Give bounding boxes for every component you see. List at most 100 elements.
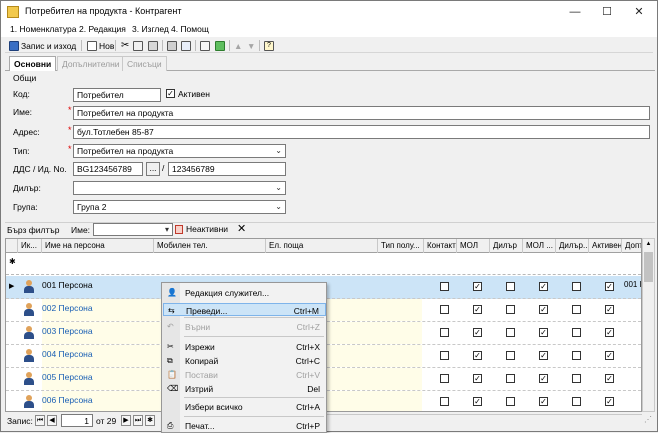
- row-checkbox[interactable]: [506, 397, 515, 406]
- col-active[interactable]: Активен: [589, 239, 622, 253]
- row-checkbox[interactable]: [572, 374, 581, 383]
- row-checkbox[interactable]: ✓: [473, 351, 482, 360]
- group-select[interactable]: Група 2 ⌄: [73, 200, 286, 214]
- copy-button[interactable]: [131, 39, 145, 52]
- row-checkbox[interactable]: [440, 374, 449, 383]
- row-checkbox[interactable]: [572, 305, 581, 314]
- row-checkbox[interactable]: ✓: [539, 282, 548, 291]
- row-checkbox[interactable]: ✓: [605, 397, 614, 406]
- type-select[interactable]: Потребител на продукта ⌄: [73, 144, 286, 158]
- col-dealer[interactable]: Дилър: [490, 239, 523, 253]
- last-record-button[interactable]: ⏭: [133, 415, 143, 426]
- row-checkbox[interactable]: [572, 351, 581, 360]
- filter-name-select[interactable]: ▾: [93, 223, 173, 236]
- person-name[interactable]: 006 Персона: [42, 395, 93, 405]
- row-checkbox[interactable]: [506, 328, 515, 337]
- first-record-button[interactable]: ⏮: [35, 415, 45, 426]
- menu-item-8[interactable]: Избери всичко Ctrl+A: [163, 400, 326, 413]
- row-checkbox[interactable]: ✓: [605, 328, 614, 337]
- row-checkbox[interactable]: [572, 397, 581, 406]
- dealer-select[interactable]: ⌄: [73, 181, 286, 195]
- row-checkbox[interactable]: ✓: [605, 374, 614, 383]
- id-field[interactable]: 123456789: [168, 162, 286, 176]
- vat-lookup-button[interactable]: ...: [146, 162, 160, 176]
- person-name[interactable]: 002 Персона: [42, 303, 93, 313]
- row-checkbox[interactable]: [506, 282, 515, 291]
- col-email[interactable]: Ел. поща: [266, 239, 378, 253]
- col-mol-2[interactable]: МОЛ ...: [523, 239, 556, 253]
- attach-button[interactable]: [198, 39, 212, 52]
- person-name[interactable]: 005 Персона: [42, 372, 93, 382]
- address-field[interactable]: бул.Тотлебен 85-87: [73, 125, 650, 139]
- new-row[interactable]: ✱: [6, 253, 641, 275]
- row-checkbox[interactable]: ✓: [473, 374, 482, 383]
- row-checkbox[interactable]: [440, 282, 449, 291]
- scroll-up-icon[interactable]: ▲: [643, 239, 654, 250]
- cut-button[interactable]: ✂: [119, 39, 131, 52]
- paste-button[interactable]: [146, 39, 160, 52]
- print-button[interactable]: [165, 39, 179, 52]
- move-down-button[interactable]: ▼: [245, 39, 257, 52]
- name-field[interactable]: Потребител на продукта: [73, 106, 650, 120]
- vat-field[interactable]: BG123456789: [73, 162, 143, 176]
- col-person-name[interactable]: Име на персона: [42, 239, 154, 253]
- row-checkbox[interactable]: ✓: [539, 305, 548, 314]
- menu-edit[interactable]: 2. Редакция: [79, 24, 126, 34]
- row-checkbox[interactable]: ✓: [473, 282, 482, 291]
- person-name[interactable]: 004 Персона: [42, 349, 93, 359]
- row-checkbox[interactable]: [440, 328, 449, 337]
- row-checkbox[interactable]: ✓: [605, 282, 614, 291]
- tab-lists[interactable]: Списъци: [122, 56, 167, 71]
- row-checkbox[interactable]: [572, 282, 581, 291]
- row-checkbox[interactable]: [506, 305, 515, 314]
- menu-item-2[interactable]: ⇆ Преведи... Ctrl+M: [163, 303, 326, 316]
- row-checkbox[interactable]: ✓: [473, 305, 482, 314]
- person-name[interactable]: 001 Персона: [42, 280, 93, 290]
- col-additional[interactable]: Допъ: [622, 239, 641, 253]
- menu-item-5[interactable]: ⧉ Копирай Ctrl+C: [163, 354, 326, 367]
- row-checkbox[interactable]: ✓: [473, 328, 482, 337]
- col-icon[interactable]: Ик...: [18, 239, 42, 253]
- col-dealer-2[interactable]: Дилър...: [556, 239, 589, 253]
- inactive-filter-button[interactable]: Неактивни: [175, 224, 228, 234]
- maximize-button[interactable]: ☐: [591, 1, 623, 23]
- vertical-scrollbar[interactable]: ▲: [642, 238, 655, 412]
- prev-record-button[interactable]: ◀: [47, 415, 57, 426]
- preview-button[interactable]: [179, 39, 193, 52]
- col-mol[interactable]: МОЛ: [457, 239, 490, 253]
- menu-item-9[interactable]: ⎙ Печат... Ctrl+P: [163, 419, 326, 432]
- menu-item-7[interactable]: ⌫ Изтрий Del: [163, 382, 326, 395]
- row-checkbox[interactable]: ✓: [539, 374, 548, 383]
- row-checkbox[interactable]: [506, 351, 515, 360]
- next-record-button[interactable]: ▶: [121, 415, 131, 426]
- help-button[interactable]: ?: [262, 39, 276, 52]
- col-contact[interactable]: Контакт: [424, 239, 457, 253]
- close-button[interactable]: ✕: [623, 1, 655, 23]
- row-checkbox[interactable]: [506, 374, 515, 383]
- menu-item-1[interactable]: 👤 Редакция служител...: [163, 286, 326, 299]
- new-button[interactable]: Нов: [85, 39, 116, 52]
- row-checkbox[interactable]: ✓: [605, 351, 614, 360]
- col-mobile[interactable]: Мобилен тел.: [154, 239, 266, 253]
- row-checkbox[interactable]: [440, 351, 449, 360]
- move-up-button[interactable]: ▲: [232, 39, 244, 52]
- row-checkbox[interactable]: ✓: [539, 351, 548, 360]
- row-checkbox[interactable]: [440, 305, 449, 314]
- tab-main[interactable]: Основни: [9, 56, 57, 71]
- row-checkbox[interactable]: [440, 397, 449, 406]
- new-record-button[interactable]: ✱: [145, 415, 155, 426]
- active-checkbox[interactable]: ✓: [166, 89, 175, 98]
- tab-additional[interactable]: Допълнителни: [57, 56, 125, 71]
- row-checkbox[interactable]: [572, 328, 581, 337]
- save-exit-button[interactable]: Запис и изход: [7, 39, 78, 52]
- horizontal-scrollbar[interactable]: [325, 414, 642, 426]
- clear-filter-icon[interactable]: ✕: [237, 223, 246, 235]
- col-type[interactable]: Тип полу...: [378, 239, 424, 253]
- row-checkbox[interactable]: ✓: [539, 397, 548, 406]
- row-checkbox[interactable]: ✓: [605, 305, 614, 314]
- menu-item-4[interactable]: ✂ Изрежи Ctrl+X: [163, 340, 326, 353]
- refresh-button[interactable]: [213, 39, 227, 52]
- person-name[interactable]: 003 Персона: [42, 326, 93, 336]
- minimize-button[interactable]: —: [559, 1, 591, 23]
- code-field[interactable]: Потребител: [73, 88, 161, 102]
